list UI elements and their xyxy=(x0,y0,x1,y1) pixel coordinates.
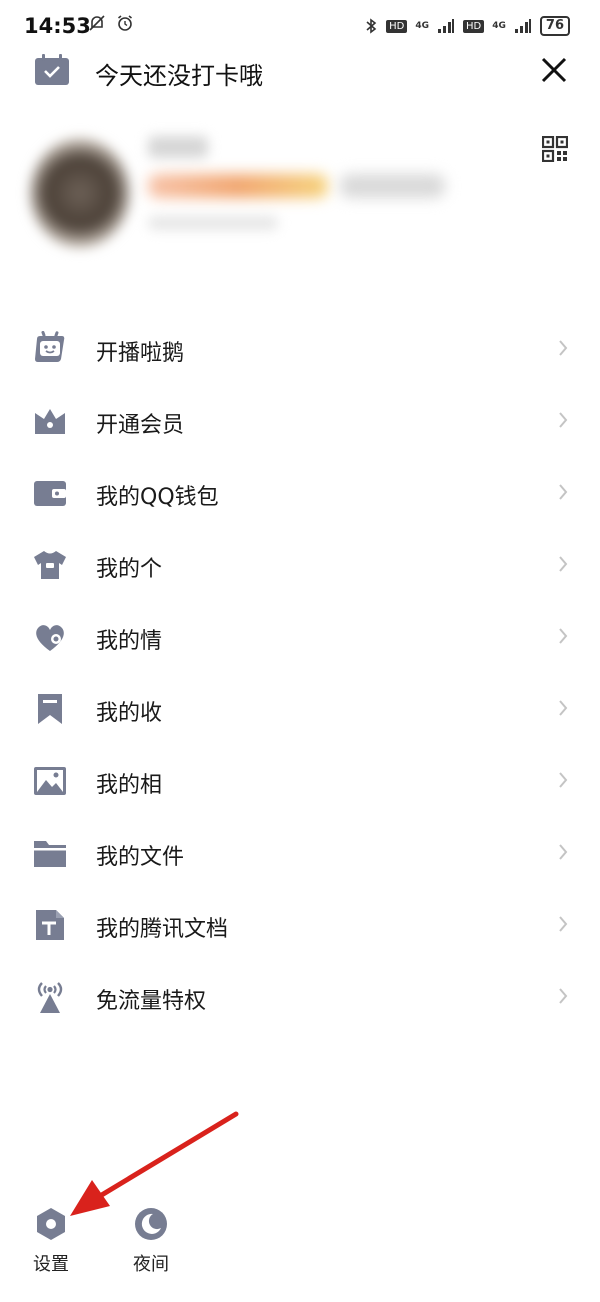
menu-item-label: 开通会员 xyxy=(96,413,185,438)
settings-button[interactable]: 设置 xyxy=(16,1206,86,1286)
chevron-right-icon xyxy=(559,844,568,860)
chevron-right-icon xyxy=(559,772,568,788)
menu-item-label: 免流量特权 xyxy=(96,989,207,1014)
moon-icon xyxy=(135,1208,167,1240)
menu-item-label: 我的情 xyxy=(96,629,163,654)
calendar-check-icon xyxy=(35,54,69,85)
signal-icon xyxy=(438,19,455,33)
network-type: 4G xyxy=(492,21,506,31)
bluetooth-icon xyxy=(366,18,377,34)
hd-badge: HD xyxy=(386,19,408,33)
menu-item-files[interactable]: 我的文件 xyxy=(0,817,600,889)
blurred-level-bar xyxy=(148,174,328,198)
menu-item-label: 我的收 xyxy=(96,701,163,726)
settings-hex-icon xyxy=(37,1208,65,1240)
heart-icon xyxy=(36,625,64,651)
bookmark-icon xyxy=(38,694,62,724)
blurred-tag xyxy=(340,174,445,198)
chevron-right-icon xyxy=(559,700,568,716)
menu-item-label: 我的腾讯文档 xyxy=(96,917,229,942)
close-button[interactable] xyxy=(536,52,572,88)
network-type: 4G xyxy=(415,21,430,31)
alarm-icon xyxy=(118,15,132,31)
tv-robot-icon xyxy=(35,331,65,362)
night-mode-button[interactable]: 夜间 xyxy=(116,1206,186,1286)
chevron-right-icon xyxy=(559,988,568,1004)
menu-item-album[interactable]: 我的相 xyxy=(0,745,600,817)
menu-item-label: 我的相 xyxy=(96,773,163,798)
menu-item-vip[interactable]: 开通会员 xyxy=(0,385,600,457)
crown-icon xyxy=(35,409,65,434)
status-bar: 14:53 HD 4G HD 4G 76 xyxy=(0,0,600,50)
chevron-right-icon xyxy=(559,412,568,428)
signal-icon xyxy=(514,19,531,33)
wallet-icon xyxy=(34,481,66,506)
menu-item-wallet[interactable]: 我的QQ钱包 xyxy=(0,457,600,529)
close-icon xyxy=(541,57,567,83)
checkin-banner[interactable]: 今天还没打卡哦 xyxy=(0,48,600,94)
chevron-right-icon xyxy=(559,628,568,644)
menu-item-favorites[interactable]: 我的收 xyxy=(0,673,600,745)
menu-item-label: 开播啦鹅 xyxy=(96,341,185,366)
checkin-text: 今天还没打卡哦 xyxy=(95,62,263,90)
menu-list: 开播啦鹅 开通会员 我的QQ钱包 我的个 我的情 我的收 我的相 我的文件 我的… xyxy=(0,313,600,1033)
profile-card[interactable] xyxy=(0,118,600,278)
shirt-icon xyxy=(34,551,66,579)
mute-bell-icon xyxy=(89,15,105,31)
settings-label: 设置 xyxy=(33,1254,69,1275)
blurred-signature xyxy=(148,216,278,230)
status-time: 14:53 xyxy=(24,14,91,38)
menu-item-tencent-docs[interactable]: 我的腾讯文档 xyxy=(0,889,600,961)
menu-item-label: 我的QQ钱包 xyxy=(96,485,219,510)
menu-item-dressup[interactable]: 我的个 xyxy=(0,529,600,601)
menu-item-label: 我的文件 xyxy=(96,845,185,870)
photo-icon xyxy=(34,767,66,795)
chevron-right-icon xyxy=(559,484,568,500)
avatar[interactable] xyxy=(30,138,130,248)
battery-indicator: 76 xyxy=(539,16,570,36)
menu-item-live[interactable]: 开播啦鹅 xyxy=(0,313,600,385)
blurred-nickname xyxy=(148,136,208,158)
folder-icon xyxy=(34,841,66,867)
hd-badge: HD xyxy=(463,19,485,33)
menu-item-label: 我的个 xyxy=(96,557,163,582)
menu-item-free-data[interactable]: 免流量特权 xyxy=(0,961,600,1033)
signal-tower-icon xyxy=(37,982,63,1013)
qr-code-icon[interactable] xyxy=(542,136,568,162)
menu-item-couple[interactable]: 我的情 xyxy=(0,601,600,673)
chevron-right-icon xyxy=(559,340,568,356)
chevron-right-icon xyxy=(559,916,568,932)
chevron-right-icon xyxy=(559,556,568,572)
night-mode-label: 夜间 xyxy=(133,1254,169,1275)
document-icon xyxy=(36,910,64,940)
